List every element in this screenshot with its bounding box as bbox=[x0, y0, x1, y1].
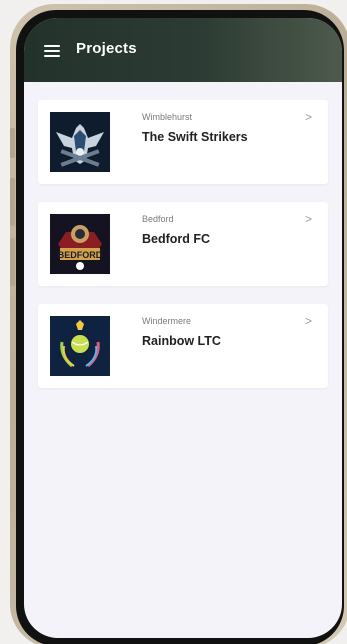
chevron-right-icon: > bbox=[304, 110, 312, 124]
app-bar: Projects bbox=[24, 18, 342, 82]
eagle-crest-icon bbox=[50, 112, 110, 172]
team-logo-bedford: BEDFORD bbox=[50, 214, 110, 274]
tennis-laurel-crest-icon bbox=[50, 316, 110, 376]
team-logo-swift-strikers bbox=[50, 112, 110, 172]
project-location: Wimblehurst bbox=[142, 112, 193, 122]
project-name: Bedford FC bbox=[142, 232, 211, 246]
chevron-right-icon: > bbox=[304, 212, 312, 226]
project-location: Bedford bbox=[142, 214, 174, 224]
phone-side-button bbox=[10, 238, 15, 286]
phone-side-button bbox=[10, 128, 15, 158]
project-location: Windermere bbox=[142, 316, 192, 326]
chevron-right-icon: > bbox=[304, 314, 312, 328]
menu-icon[interactable] bbox=[44, 45, 60, 57]
app-screen: Projects Wimblehurst The Swift Strikers … bbox=[24, 18, 342, 638]
project-card-rainbow-ltc[interactable]: Windermere Rainbow LTC > bbox=[38, 304, 328, 388]
project-card-swift-strikers[interactable]: Wimblehurst The Swift Strikers > bbox=[38, 100, 328, 184]
project-card-bedford-fc[interactable]: BEDFORD Bedford Bedford FC > bbox=[38, 202, 328, 286]
logo-text: BEDFORD bbox=[58, 250, 103, 260]
phone-side-button bbox=[10, 178, 15, 226]
projects-list: Wimblehurst The Swift Strikers > BEDFORD… bbox=[24, 82, 342, 638]
page-title: Projects bbox=[76, 40, 137, 57]
team-logo-rainbow-ltc bbox=[50, 316, 110, 376]
project-name: Rainbow LTC bbox=[142, 334, 221, 348]
football-crest-icon: BEDFORD bbox=[50, 214, 110, 274]
project-name: The Swift Strikers bbox=[142, 130, 248, 144]
